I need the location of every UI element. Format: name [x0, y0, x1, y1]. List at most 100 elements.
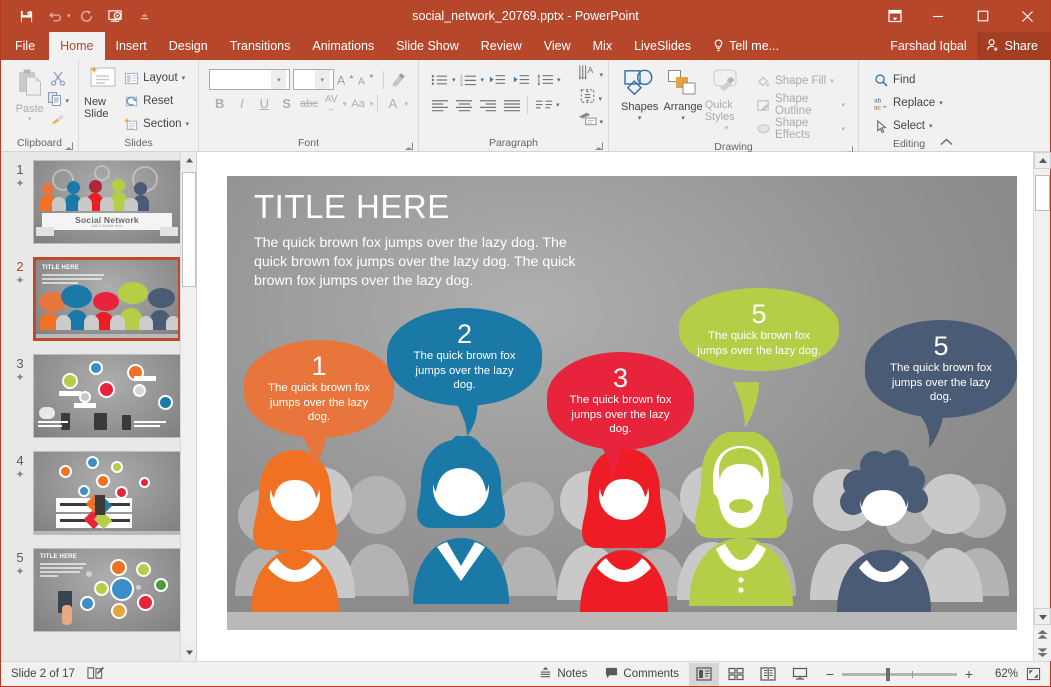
align-text-dropdown-icon[interactable]: ▾ — [598, 95, 602, 103]
slide-title-placeholder[interactable]: TITLE HERE — [254, 188, 450, 226]
animation-star-icon[interactable]: ✦ — [15, 372, 24, 385]
redo-icon[interactable] — [74, 4, 100, 28]
layout-dropdown-icon[interactable]: ▾ — [182, 74, 186, 82]
paste-button[interactable]: Paste ▾ — [12, 68, 47, 136]
line-spacing-button[interactable] — [533, 69, 556, 91]
shape-effects-button[interactable]: Shape Effects ▾ — [752, 118, 849, 140]
tab-view[interactable]: View — [533, 32, 582, 60]
character-spacing-button[interactable]: AV↔ — [321, 93, 342, 114]
notes-annotation-icon[interactable] — [87, 666, 104, 683]
slide-show-view-button[interactable] — [785, 663, 815, 686]
animation-star-icon[interactable]: ✦ — [15, 469, 24, 482]
list-item[interactable]: 3 ✦ — [1, 354, 196, 451]
tab-review[interactable]: Review — [470, 32, 533, 60]
shape-fill-dropdown-icon[interactable]: ▾ — [830, 77, 834, 85]
thumbnails-scrollbar[interactable] — [180, 152, 196, 661]
zoom-control[interactable]: − + — [817, 666, 982, 682]
fit-to-window-button[interactable] — [1020, 667, 1046, 681]
zoom-in-button[interactable]: + — [964, 666, 974, 682]
font-color-dropdown-icon[interactable]: ▾ — [404, 100, 408, 108]
thumbnails-scroll-up-button[interactable] — [181, 152, 197, 169]
thumbnail-slide-1[interactable]: Social Network Add A Subtitle Here — [33, 160, 181, 244]
font-size-input[interactable]: ▾ — [293, 69, 333, 90]
bold-button[interactable]: B — [209, 93, 230, 114]
speech-bubble-5[interactable]: 5 The quick brown fox jumps over the laz… — [865, 320, 1017, 418]
paragraph-dialog-launcher[interactable] — [595, 141, 604, 150]
change-case-dropdown-icon[interactable]: ▾ — [370, 100, 374, 108]
convert-to-smartart-button[interactable]: ▾ — [578, 111, 603, 132]
copy-dropdown-icon[interactable]: ▾ — [65, 97, 69, 105]
minimize-button[interactable] — [915, 0, 960, 32]
format-painter-button[interactable] — [50, 112, 66, 132]
zoom-slider-handle[interactable] — [886, 668, 890, 681]
select-button[interactable]: Select ▾ — [870, 115, 947, 137]
list-item[interactable]: 2 ✦ TITLE HERE — [1, 257, 196, 354]
notes-button[interactable]: Notes — [531, 663, 595, 686]
underline-button[interactable]: U — [254, 93, 275, 114]
previous-slide-button[interactable] — [1034, 625, 1051, 643]
arrange-dropdown-icon[interactable]: ▾ — [681, 113, 685, 125]
list-item[interactable]: 5 ✦ TITLE HERE — [1, 548, 196, 645]
tab-insert[interactable]: Insert — [105, 32, 158, 60]
increase-indent-button[interactable] — [509, 69, 532, 91]
numbering-dropdown-icon[interactable]: ▾ — [481, 76, 485, 84]
tab-transitions[interactable]: Transitions — [219, 32, 302, 60]
tab-home[interactable]: Home — [49, 32, 104, 60]
maximize-button[interactable] — [960, 0, 1005, 32]
cut-button[interactable] — [50, 70, 66, 90]
font-name-dropdown-icon[interactable]: ▾ — [271, 70, 286, 89]
thumbnail-slide-4[interactable] — [33, 451, 181, 535]
align-left-button[interactable] — [428, 94, 451, 116]
tab-animations[interactable]: Animations — [301, 32, 385, 60]
slide-vertical-scrollbar[interactable] — [1033, 152, 1050, 661]
quick-styles-dropdown-icon[interactable]: ▾ — [725, 123, 729, 135]
replace-button[interactable]: abac Replace ▾ — [870, 92, 947, 114]
quick-styles-button[interactable]: Quick Styles ▾ — [705, 68, 748, 140]
decrease-font-size-button[interactable]: A — [358, 69, 376, 90]
slide-sorter-view-button[interactable] — [721, 663, 751, 686]
shape-effects-dropdown-icon[interactable]: ▾ — [842, 125, 846, 133]
animation-star-icon[interactable]: ✦ — [15, 566, 24, 579]
reset-button[interactable]: Reset — [120, 90, 193, 112]
slide-editor-surface[interactable]: TITLE HERE The quick brown fox jumps ove… — [227, 176, 1017, 630]
align-center-button[interactable] — [452, 94, 475, 116]
tab-liveslides[interactable]: LiveSlides — [623, 32, 702, 60]
font-color-button[interactable]: A — [382, 93, 403, 114]
replace-dropdown-icon[interactable]: ▾ — [939, 99, 943, 107]
speech-bubble-2[interactable]: 2 The quick brown fox jumps over the laz… — [387, 308, 542, 406]
text-shadow-button[interactable]: S — [276, 93, 297, 114]
align-right-button[interactable] — [476, 94, 499, 116]
scroll-up-button[interactable] — [1034, 152, 1051, 169]
paste-dropdown-icon[interactable]: ▾ — [28, 115, 32, 123]
undo-icon[interactable] — [42, 4, 68, 28]
user-account-name[interactable]: Farshad Iqbal — [880, 39, 976, 53]
select-dropdown-icon[interactable]: ▾ — [929, 122, 933, 130]
speech-bubble-4[interactable]: 5 The quick brown fox jumps over the laz… — [679, 288, 839, 371]
share-button[interactable]: Share — [977, 32, 1050, 60]
zoom-out-button[interactable]: − — [825, 666, 835, 682]
animation-star-icon[interactable]: ✦ — [15, 275, 24, 288]
text-direction-dropdown-icon[interactable]: ▾ — [599, 71, 603, 79]
list-item[interactable]: 4 ✦ — [1, 451, 196, 548]
save-icon[interactable] — [13, 4, 39, 28]
close-button[interactable] — [1005, 0, 1050, 32]
animation-star-icon[interactable]: ✦ — [15, 178, 24, 191]
slide-canvas[interactable]: TITLE HERE The quick brown fox jumps ove… — [197, 152, 1050, 661]
new-slide-button[interactable]: New Slide — [84, 65, 120, 136]
columns-dropdown-icon[interactable]: ▾ — [556, 101, 560, 109]
scrollbar-track[interactable] — [1034, 169, 1050, 608]
copy-button[interactable]: ▾ — [47, 91, 69, 111]
justify-button[interactable] — [500, 94, 523, 116]
next-slide-button[interactable] — [1034, 643, 1051, 661]
find-button[interactable]: Find — [870, 69, 947, 91]
bullets-dropdown-icon[interactable]: ▾ — [452, 76, 456, 84]
columns-button[interactable] — [532, 94, 555, 116]
customize-qat-icon[interactable] — [132, 4, 158, 28]
change-case-button[interactable]: Aa — [347, 93, 368, 114]
tab-slide-show[interactable]: Slide Show — [385, 32, 470, 60]
bullets-button[interactable] — [428, 69, 451, 91]
normal-view-button[interactable] — [689, 663, 719, 686]
text-direction-button[interactable]: A ▾ — [578, 64, 603, 86]
thumbnails-scrollbar-thumb[interactable] — [182, 172, 196, 287]
layout-button[interactable]: Layout ▾ — [120, 67, 193, 89]
